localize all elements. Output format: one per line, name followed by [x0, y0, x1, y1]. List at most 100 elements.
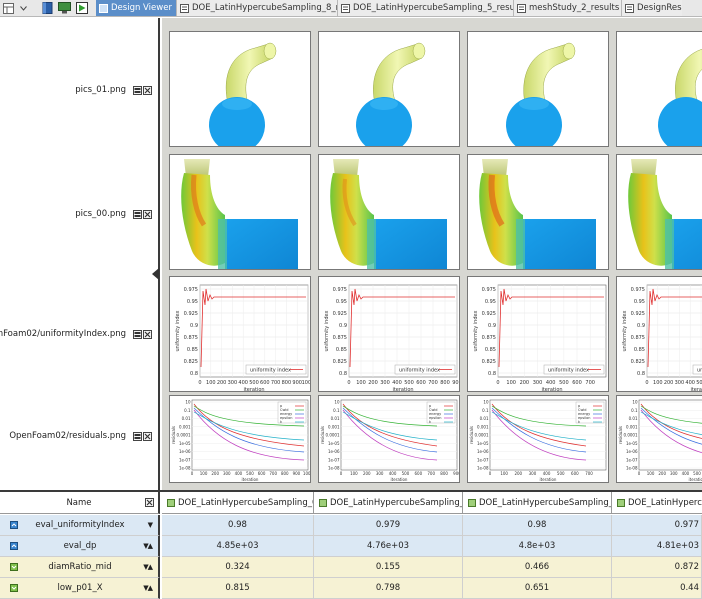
x-tick-label: 500: [404, 380, 414, 386]
x-tick-label: 500: [696, 380, 702, 386]
residuals-plot-image[interactable]: 10 0.1 0.01 0.001 0.0001 1e-05 1e-06 1e-07 1e-08…: [318, 395, 460, 483]
table-cell[interactable]: 0.815: [162, 578, 314, 599]
table-cell[interactable]: 0.977: [612, 515, 702, 536]
x-tick-label: 400: [235, 471, 243, 476]
tab-meshstudy-2-results[interactable]: meshStudy_2_results ✕: [514, 0, 622, 16]
y-axis-label: uniformity index: [324, 310, 330, 351]
tab-doe-lhs-5-results[interactable]: DOE_LatinHypercubeSampling_5_results ✕: [338, 0, 514, 16]
y-axis-label: residuals: [618, 426, 623, 444]
x-tick-label: 300: [223, 471, 231, 476]
y-tick-label: 0.9: [637, 323, 645, 329]
table-cell[interactable]: 0.872: [612, 557, 702, 578]
residuals-plot-image[interactable]: 10 0.1 0.01 0.001 0.0001 1e-05 1e-06 1e-07 1e-08…: [169, 395, 311, 483]
y-tick-label: 0.1: [333, 408, 340, 413]
y-tick-label: 0.925: [333, 311, 347, 317]
design-icon: [468, 498, 476, 507]
x-tick-label: 400: [543, 471, 551, 476]
x-tick-label: 0: [496, 380, 499, 386]
table-cell[interactable]: 0.324: [162, 557, 314, 578]
table-cell[interactable]: 0.798: [314, 578, 463, 599]
tab-design-res[interactable]: DesignRes: [622, 0, 682, 16]
uniformity-plot: 0.9750.950.9250.90.8750.850.8250.80 100 20…: [473, 284, 607, 391]
close-icon[interactable]: [145, 498, 154, 507]
x-tick-label: 900: [452, 380, 460, 386]
residuals-plot: 10 0.1 0.01 0.001 0.0001 1e-05 1e-06 1e-07 1e-08…: [618, 400, 702, 482]
tab-label: meshStudy_2_results: [529, 3, 620, 13]
x-tick-label: 100: [506, 380, 516, 386]
pipe-contour-image[interactable]: [169, 154, 311, 270]
close-icon[interactable]: [143, 209, 152, 219]
table-cell[interactable]: 0.155: [314, 557, 463, 578]
pipe-top-image[interactable]: [169, 31, 311, 147]
x-tick-label: 500: [557, 471, 565, 476]
table-row-name[interactable]: low_p01_X ▼▲: [0, 578, 160, 599]
design-column-header[interactable]: DOE_LatinHypercubeSampling_08_de: [162, 492, 314, 514]
table-row-name[interactable]: diamRatio_mid ▼▲: [0, 557, 160, 578]
collapse-icon[interactable]: [133, 431, 142, 441]
pipe-contour-image[interactable]: [318, 154, 460, 270]
design-column-header[interactable]: DOE_LatinHypercubeSampling_08_de: [314, 492, 463, 514]
x-tick-label: 600: [258, 471, 266, 476]
table-cell[interactable]: 0.98: [463, 515, 612, 536]
residuals-plot-image[interactable]: 10 0.1 0.01 0.001 0.0001 1e-05 1e-06 1e-07 1e-08…: [616, 395, 702, 483]
pipe-top-image[interactable]: [318, 31, 460, 147]
residuals-plot-image[interactable]: 10 0.1 0.01 0.001 0.0001 1e-05 1e-06 1e-07 1e-08…: [467, 395, 609, 483]
chevron-down-icon[interactable]: [17, 0, 29, 16]
design-column-header[interactable]: DOE_LatinHypercubeSampling_08_de: [463, 492, 612, 514]
collapse-icon[interactable]: [133, 209, 142, 219]
y-tick-label: 0.8: [190, 371, 198, 377]
splitter-handle[interactable]: [152, 268, 159, 280]
uniformity-plot-image[interactable]: 0.975 0.95 0.925 0.9 0.875 0.85 0.825 0.8 0 100 20…: [318, 276, 460, 392]
y-tick-label: 0.925: [482, 311, 496, 317]
close-icon[interactable]: [143, 85, 152, 95]
layout-grid-icon[interactable]: [0, 0, 17, 16]
close-icon[interactable]: [143, 329, 152, 339]
pipe-contour-image[interactable]: [467, 154, 609, 270]
pipe-contour-image[interactable]: [616, 154, 702, 270]
table-cell[interactable]: 4.85e+03: [162, 536, 314, 557]
design-column-header[interactable]: DOE_LatinHypercubeSampling_08_de: [612, 492, 702, 514]
x-tick-label: 300: [670, 471, 678, 476]
tab-design-viewer[interactable]: Design Viewer ✕: [96, 0, 177, 16]
tab-doe-lhs-8-results[interactable]: DOE_LatinHypercubeSampling_8_results ✕: [177, 0, 338, 16]
sort-arrows-icon[interactable]: ▼: [148, 521, 153, 529]
sort-arrows-icon[interactable]: ▼▲: [143, 563, 153, 571]
x-axis-label: iteration: [540, 477, 557, 482]
sort-arrows-icon[interactable]: ▼▲: [143, 584, 153, 592]
uniformity-plot-image[interactable]: 0.975 0.95 0.925 0.9 0.875 0.85 0.825 0.8 0 100 20…: [467, 276, 609, 392]
y-tick-label: 0.95: [187, 299, 198, 305]
y-tick-label: 0.925: [184, 311, 198, 317]
document-view-icon[interactable]: [39, 0, 56, 16]
table-row-name[interactable]: eval_uniformityIndex ▼: [0, 515, 160, 536]
y-axis-label: residuals: [171, 426, 176, 444]
collapse-icon[interactable]: [133, 329, 142, 339]
table-row-name[interactable]: eval_dp ▼▲: [0, 536, 160, 557]
table-cell[interactable]: 0.651: [463, 578, 612, 599]
sort-arrows-icon[interactable]: ▼▲: [143, 542, 153, 550]
y-tick-label: 1e-07: [477, 457, 489, 462]
uniformity-plot-image[interactable]: 0.975 0.95 0.925 0.9 0.875 0.85 0.825 0.8 0 100 20…: [616, 276, 702, 392]
collapse-icon[interactable]: [133, 85, 142, 95]
pipe-top-render: [209, 42, 277, 146]
table-cell[interactable]: 0.979: [314, 515, 463, 536]
pipe-top-image[interactable]: [616, 31, 702, 147]
variable-name: low_p01_X: [57, 583, 103, 593]
run-icon[interactable]: [73, 0, 90, 16]
pipe-top-image[interactable]: [467, 31, 609, 147]
close-icon[interactable]: [143, 431, 152, 441]
x-tick-label: 400: [389, 471, 397, 476]
legend-label: uniformity index: [548, 368, 589, 374]
uniformity-plot-image[interactable]: 0.975 0.95 0.925 0.9 0.875 0.85 0.825 0.8 0 100 20…: [169, 276, 311, 392]
name-column-header[interactable]: Name: [0, 492, 160, 514]
variable-name: eval_uniformityIndex: [35, 520, 125, 530]
uniformity-plot: 0.9750.950.9250.90.8750.850.8250.80 100 20…: [622, 284, 702, 391]
table-cell[interactable]: 0.44: [612, 578, 702, 599]
table-cell[interactable]: 4.81e+03: [612, 536, 702, 557]
monitor-icon[interactable]: [56, 0, 73, 16]
y-axis-label: residuals: [320, 426, 325, 444]
table-cell[interactable]: 4.76e+03: [314, 536, 463, 557]
table-cell[interactable]: 0.466: [463, 557, 612, 578]
x-tick-label: 300: [380, 380, 390, 386]
table-cell[interactable]: 0.98: [162, 515, 314, 536]
table-cell[interactable]: 4.8e+03: [463, 536, 612, 557]
